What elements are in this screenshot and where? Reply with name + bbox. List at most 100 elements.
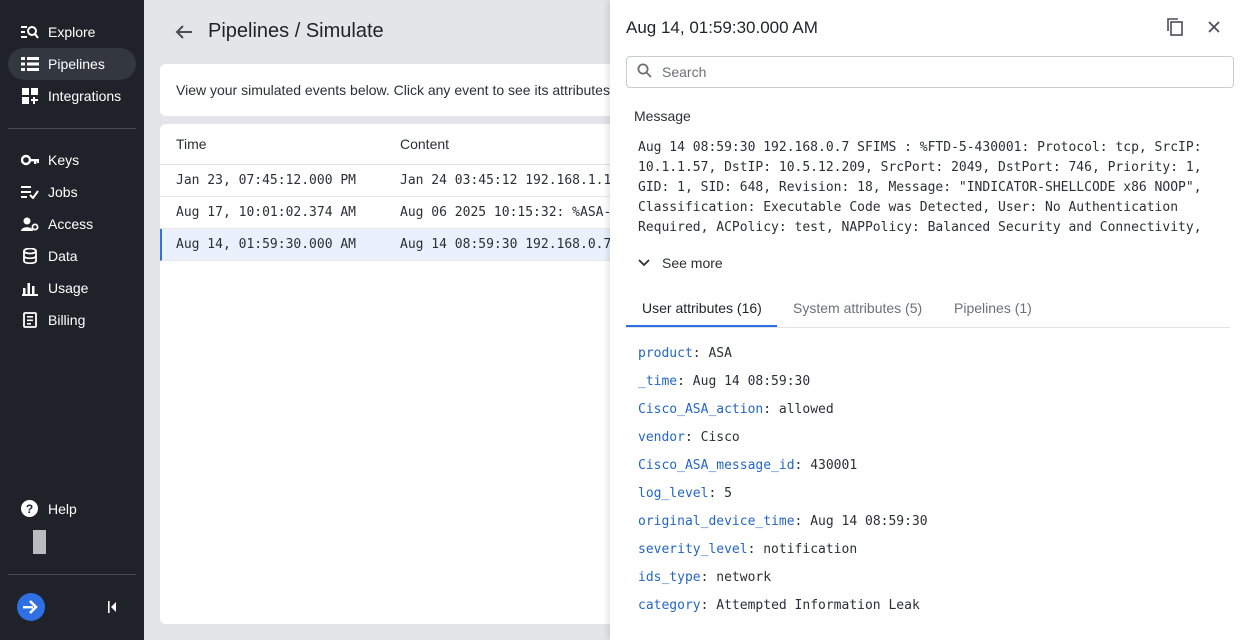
- sidebar-item-explore[interactable]: Explore: [8, 16, 136, 48]
- sidebar-item-label: Billing: [48, 312, 86, 328]
- explore-icon: [21, 23, 39, 41]
- sidebar-item-keys[interactable]: Keys: [8, 144, 136, 176]
- attribute-row: category: Attempted Information Leak: [638, 598, 920, 613]
- copy-icon[interactable]: [1167, 18, 1185, 38]
- sidebar-divider: [8, 128, 136, 129]
- see-more-label: See more: [662, 255, 723, 271]
- avatar[interactable]: [33, 530, 46, 554]
- events-table: Time Content Jan 23, 07:45:12.000 PM Jan…: [160, 124, 610, 624]
- attribute-key[interactable]: severity_level: [638, 542, 748, 557]
- attribute-key[interactable]: original_device_time: [638, 514, 795, 529]
- table-row[interactable]: Aug 17, 10:01:02.374 AM Aug 06 2025 10:1…: [160, 197, 610, 229]
- pipelines-icon: [21, 55, 39, 73]
- attribute-value: : ASA: [692, 346, 732, 361]
- column-header-content[interactable]: Content: [400, 136, 449, 152]
- row-content: Aug 14 08:59:30 192.168.0.7 S: [400, 237, 610, 252]
- table-row[interactable]: Jan 23, 07:45:12.000 PM Jan 24 03:45:12 …: [160, 165, 610, 197]
- attribute-row: ids_type: network: [638, 570, 771, 585]
- attribute-key[interactable]: _time: [638, 374, 677, 389]
- attribute-row: severity_level: notification: [638, 542, 857, 557]
- attribute-value: : 5: [708, 486, 732, 501]
- attribute-value: : Aug 14 08:59:30: [794, 514, 928, 529]
- sidebar-item-usage[interactable]: Usage: [8, 272, 136, 304]
- integrations-icon: [21, 87, 39, 105]
- attribute-row: Cisco_ASA_action: allowed: [638, 402, 834, 417]
- sidebar-item-integrations[interactable]: Integrations: [8, 80, 136, 112]
- help-link[interactable]: ? Help: [21, 500, 77, 517]
- sidebar-item-label: Jobs: [48, 184, 78, 200]
- attribute-key[interactable]: category: [638, 598, 701, 613]
- tab-system-attributes[interactable]: System attributes (5): [793, 300, 922, 316]
- attribute-row: Cisco_ASA_message_id: 430001: [638, 458, 857, 473]
- row-time: Jan 23, 07:45:12.000 PM: [176, 173, 357, 188]
- tab-user-attributes[interactable]: User attributes (16): [642, 300, 762, 316]
- row-time: Aug 14, 01:59:30.000 AM: [176, 237, 357, 252]
- attribute-value: : 430001: [794, 458, 858, 473]
- see-more-toggle[interactable]: See more: [638, 255, 723, 271]
- search-icon: [637, 63, 652, 81]
- attribute-value: : network: [700, 570, 772, 585]
- message-label: Message: [634, 108, 691, 124]
- tab-pipelines[interactable]: Pipelines (1): [954, 300, 1032, 316]
- attribute-row: product: ASA: [638, 346, 732, 361]
- bar-chart-icon: [21, 279, 39, 297]
- close-icon[interactable]: [1207, 20, 1223, 36]
- main-content: Pipelines / Simulate View your simulated…: [144, 0, 610, 640]
- attribute-key[interactable]: product: [638, 346, 693, 361]
- billing-icon: [21, 311, 39, 329]
- sidebar-item-label: Access: [48, 216, 94, 232]
- info-text: View your simulated events below. Click …: [176, 82, 610, 98]
- sidebar-item-billing[interactable]: Billing: [8, 304, 136, 336]
- key-icon: [21, 151, 39, 169]
- attribute-value: : allowed: [763, 402, 834, 417]
- active-tab-indicator: [626, 325, 777, 327]
- attribute-row: _time: Aug 14 08:59:30: [638, 374, 810, 389]
- database-icon: [21, 247, 39, 265]
- help-icon: ?: [21, 500, 38, 517]
- attribute-tabs: User attributes (16) System attributes (…: [626, 292, 1230, 328]
- attribute-key[interactable]: ids_type: [638, 570, 701, 585]
- attribute-row: vendor: Cisco: [638, 430, 740, 445]
- sidebar-item-label: Data: [48, 248, 78, 264]
- attribute-key[interactable]: vendor: [638, 430, 685, 445]
- sidebar-item-data[interactable]: Data: [8, 240, 136, 272]
- jobs-icon: [21, 183, 39, 201]
- collapse-sidebar-icon[interactable]: [106, 598, 120, 616]
- table-row-selected[interactable]: Aug 14, 01:59:30.000 AM Aug 14 08:59:30 …: [160, 229, 610, 261]
- attribute-value: : Aug 14 08:59:30: [677, 374, 811, 389]
- sidebar: Explore Pipelines Integrations Keys Jobs…: [0, 0, 144, 640]
- message-body: Aug 14 08:59:30 192.168.0.7 SFIMS : %FTD…: [638, 140, 1210, 235]
- attribute-key[interactable]: log_level: [638, 486, 708, 501]
- chevron-down-icon: [638, 259, 650, 267]
- page-title: Pipelines / Simulate: [208, 20, 384, 42]
- attribute-value: : notification: [747, 542, 858, 557]
- help-label: Help: [48, 500, 77, 517]
- back-arrow-icon[interactable]: [174, 22, 196, 42]
- sidebar-item-label: Keys: [48, 152, 80, 168]
- column-header-time[interactable]: Time: [176, 136, 207, 152]
- sidebar-item-jobs[interactable]: Jobs: [8, 176, 136, 208]
- event-detail-panel: Aug 14, 01:59:30.000 AM Message Aug 14 0…: [610, 0, 1250, 640]
- sidebar-item-pipelines[interactable]: Pipelines: [8, 48, 136, 80]
- row-time: Aug 17, 10:01:02.374 AM: [176, 205, 357, 220]
- attribute-key[interactable]: Cisco_ASA_action: [638, 402, 763, 417]
- sidebar-item-label: Pipelines: [48, 56, 105, 72]
- row-content: Aug 06 2025 10:15:32: %ASA-4-: [400, 205, 610, 220]
- row-content: Jan 24 03:45:12 192.168.1.1 %: [400, 173, 610, 188]
- access-icon: [21, 215, 39, 233]
- panel-title: Aug 14, 01:59:30.000 AM: [626, 18, 818, 37]
- sidebar-item-access[interactable]: Access: [8, 208, 136, 240]
- attribute-key[interactable]: Cisco_ASA_message_id: [638, 458, 795, 473]
- attribute-row: original_device_time: Aug 14 08:59:30: [638, 514, 928, 529]
- sidebar-divider: [8, 574, 136, 575]
- attribute-row: log_level: 5: [638, 486, 732, 501]
- info-banner: View your simulated events below. Click …: [160, 64, 610, 116]
- attribute-value: : Attempted Information Leak: [700, 598, 920, 613]
- sidebar-item-label: Explore: [48, 24, 96, 40]
- sidebar-item-label: Integrations: [48, 88, 122, 104]
- attribute-value: : Cisco: [684, 430, 740, 445]
- logo-icon[interactable]: [17, 593, 45, 621]
- sidebar-item-label: Usage: [48, 280, 89, 296]
- search-field[interactable]: [626, 56, 1234, 88]
- search-input[interactable]: [662, 64, 1202, 80]
